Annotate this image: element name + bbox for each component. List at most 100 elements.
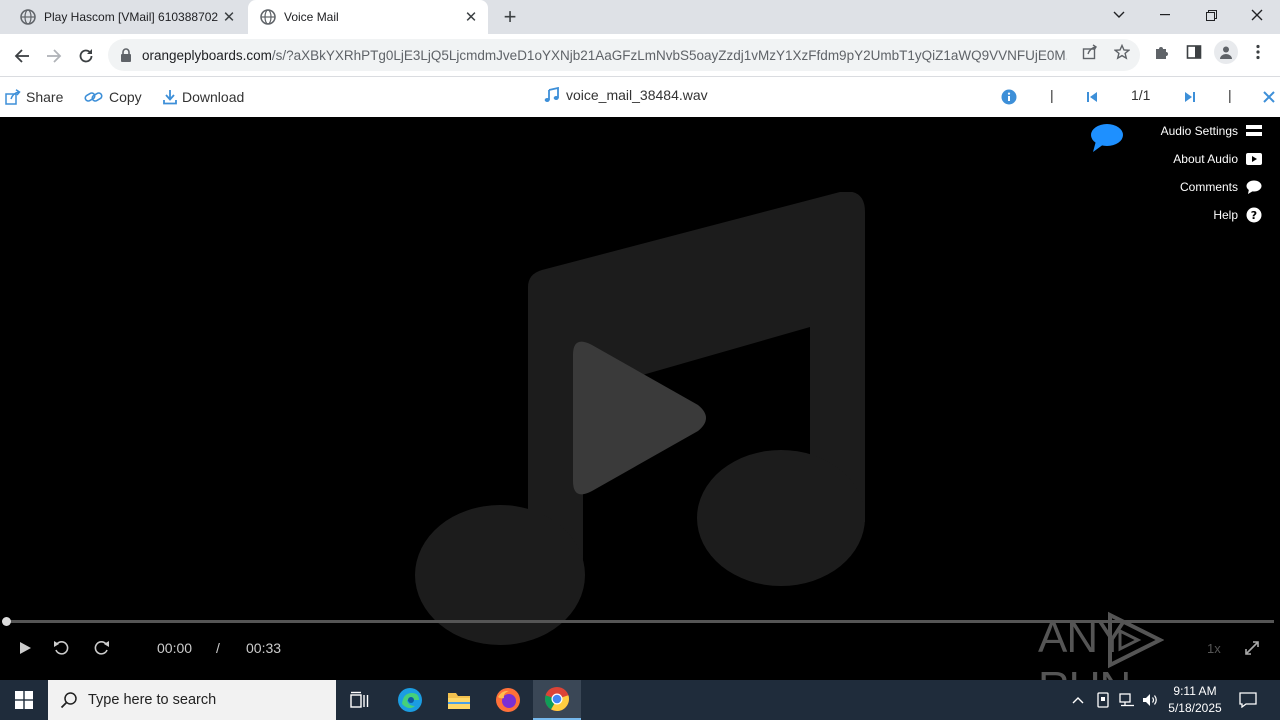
- page-indicator: 1/1: [1131, 87, 1151, 103]
- toolbar-separator: |: [1050, 87, 1054, 103]
- browser-tab-strip: Play Hascom [VMail] 6103887024 ✕ Voice M…: [0, 0, 1280, 34]
- minimize-button[interactable]: [1142, 0, 1188, 30]
- reload-button[interactable]: [72, 42, 100, 70]
- task-view-button[interactable]: [336, 680, 384, 720]
- rewind-icon: [54, 641, 69, 655]
- forward-button[interactable]: [40, 42, 68, 70]
- play-icon: [20, 642, 31, 654]
- share-icon: [5, 89, 21, 105]
- audio-player-stage: Audio Settings About Audio Comments Help…: [0, 117, 1280, 712]
- tab-voice-mail[interactable]: Voice Mail ✕: [248, 0, 488, 34]
- start-button[interactable]: [0, 680, 48, 720]
- time-separator: /: [216, 640, 220, 656]
- volume-icon[interactable]: [1141, 680, 1161, 720]
- help-label: Help: [1213, 208, 1238, 222]
- tab-title: Play Hascom [VMail] 6103887024: [44, 10, 218, 24]
- device-icon[interactable]: [1093, 680, 1113, 720]
- task-view-icon: [350, 691, 369, 708]
- system-clock[interactable]: 9:11 AM 5/18/2025: [1162, 683, 1228, 717]
- file-title: voice_mail_38484.wav: [544, 87, 708, 103]
- extensions-puzzle-icon[interactable]: [1152, 42, 1172, 62]
- share-label: Share: [26, 89, 64, 105]
- copy-button[interactable]: Copy: [84, 87, 142, 107]
- close-viewer-button[interactable]: [1263, 87, 1275, 107]
- fast-forward-icon: [94, 641, 109, 655]
- kebab-menu-icon[interactable]: [1248, 42, 1268, 62]
- address-bar[interactable]: orangeplyboards.com/s/?aXBkYXRhPTg0LjE3L…: [108, 39, 1140, 71]
- audio-settings-button[interactable]: Audio Settings: [1161, 124, 1262, 138]
- music-note-icon: [544, 87, 559, 102]
- browser-toolbar: orangeplyboards.com/s/?aXBkYXRhPTg0LjE3L…: [0, 34, 1280, 77]
- comment-icon: [1246, 180, 1262, 194]
- download-button[interactable]: Download: [163, 87, 244, 107]
- rewind-button[interactable]: [53, 637, 70, 659]
- share-button[interactable]: Share: [5, 87, 63, 107]
- svg-text:?: ?: [1251, 209, 1257, 222]
- duration: 00:33: [246, 640, 282, 656]
- chrome-app-button[interactable]: [533, 680, 581, 720]
- play-box-icon: [1246, 152, 1262, 166]
- windows-logo-icon: [15, 691, 33, 709]
- info-button[interactable]: [1001, 87, 1017, 107]
- notification-icon: [1239, 692, 1257, 708]
- notifications-button[interactable]: [1234, 680, 1262, 720]
- edge-icon: [398, 688, 422, 712]
- share-page-icon[interactable]: [1080, 42, 1100, 62]
- last-page-button[interactable]: [1184, 87, 1196, 107]
- fullscreen-icon: [1245, 641, 1259, 655]
- audio-settings-label: Audio Settings: [1160, 124, 1238, 138]
- download-icon: [163, 90, 177, 105]
- tab-search-chevron-icon[interactable]: [1096, 0, 1142, 30]
- play-button[interactable]: [18, 637, 32, 659]
- link-icon: [84, 92, 103, 102]
- url-text[interactable]: orangeplyboards.com/s/?aXBkYXRhPTg0LjE3L…: [142, 48, 1067, 63]
- back-button[interactable]: [8, 42, 36, 70]
- windows-taskbar: Type here to search 9:11 AM 5/18/2025: [0, 680, 1280, 720]
- settings-bars-icon: [1246, 124, 1262, 138]
- folder-icon: [448, 693, 470, 709]
- side-panel-icon[interactable]: [1184, 42, 1204, 62]
- skip-first-icon: [1087, 92, 1097, 102]
- clock-time: 9:11 AM: [1173, 684, 1217, 698]
- url-path: /s/?aXBkYXRhPTg0LjE3LjQ5LjcmdmJveD1oYXNj…: [271, 47, 1067, 63]
- help-circle-icon: ?: [1246, 207, 1262, 223]
- restore-button[interactable]: [1188, 0, 1234, 30]
- file-explorer-button[interactable]: [435, 680, 483, 720]
- forward-skip-button[interactable]: [93, 637, 110, 659]
- viewer-toolbar: Share Copy Download voice_mail_38484.wav…: [0, 77, 1280, 117]
- lock-icon[interactable]: [120, 48, 132, 62]
- close-tab-icon[interactable]: ✕: [218, 6, 240, 28]
- comments-button[interactable]: Comments: [1180, 180, 1262, 194]
- help-button[interactable]: Help ?: [1213, 207, 1262, 223]
- new-tab-button[interactable]: +: [498, 4, 522, 29]
- comments-label: Comments: [1179, 180, 1238, 194]
- anyrun-watermark: ANY RUN: [1038, 609, 1233, 712]
- bookmark-star-icon[interactable]: [1112, 42, 1132, 62]
- download-label: Download: [182, 89, 245, 105]
- close-tab-icon[interactable]: ✕: [460, 6, 482, 28]
- globe-icon: [260, 9, 276, 25]
- copy-label: Copy: [109, 89, 142, 105]
- tray-overflow-icon[interactable]: [1068, 680, 1088, 720]
- taskbar-search[interactable]: Type here to search: [48, 680, 336, 720]
- profile-avatar-icon[interactable]: [1214, 40, 1238, 64]
- first-page-button[interactable]: [1086, 87, 1098, 107]
- seek-handle[interactable]: [2, 617, 11, 626]
- fullscreen-button[interactable]: [1244, 637, 1260, 659]
- toolbar-separator: |: [1228, 87, 1232, 103]
- tab-play-hascom[interactable]: Play Hascom [VMail] 6103887024 ✕: [8, 0, 246, 34]
- edge-app-button[interactable]: [386, 680, 434, 720]
- big-play-button[interactable]: [570, 337, 712, 499]
- search-icon: [60, 692, 77, 709]
- chrome-icon: [545, 687, 569, 711]
- firefox-app-button[interactable]: [484, 680, 532, 720]
- about-audio-button[interactable]: About Audio: [1173, 152, 1262, 166]
- close-window-button[interactable]: [1234, 0, 1280, 30]
- tab-title: Voice Mail: [284, 10, 339, 24]
- anyrun-play-logo-icon: [1108, 611, 1164, 669]
- info-icon: [1001, 89, 1017, 105]
- chat-bubble-icon[interactable]: [1090, 123, 1124, 153]
- current-time: 00:00: [157, 640, 193, 656]
- network-icon[interactable]: [1117, 680, 1137, 720]
- playback-speed[interactable]: 1x: [1207, 637, 1221, 659]
